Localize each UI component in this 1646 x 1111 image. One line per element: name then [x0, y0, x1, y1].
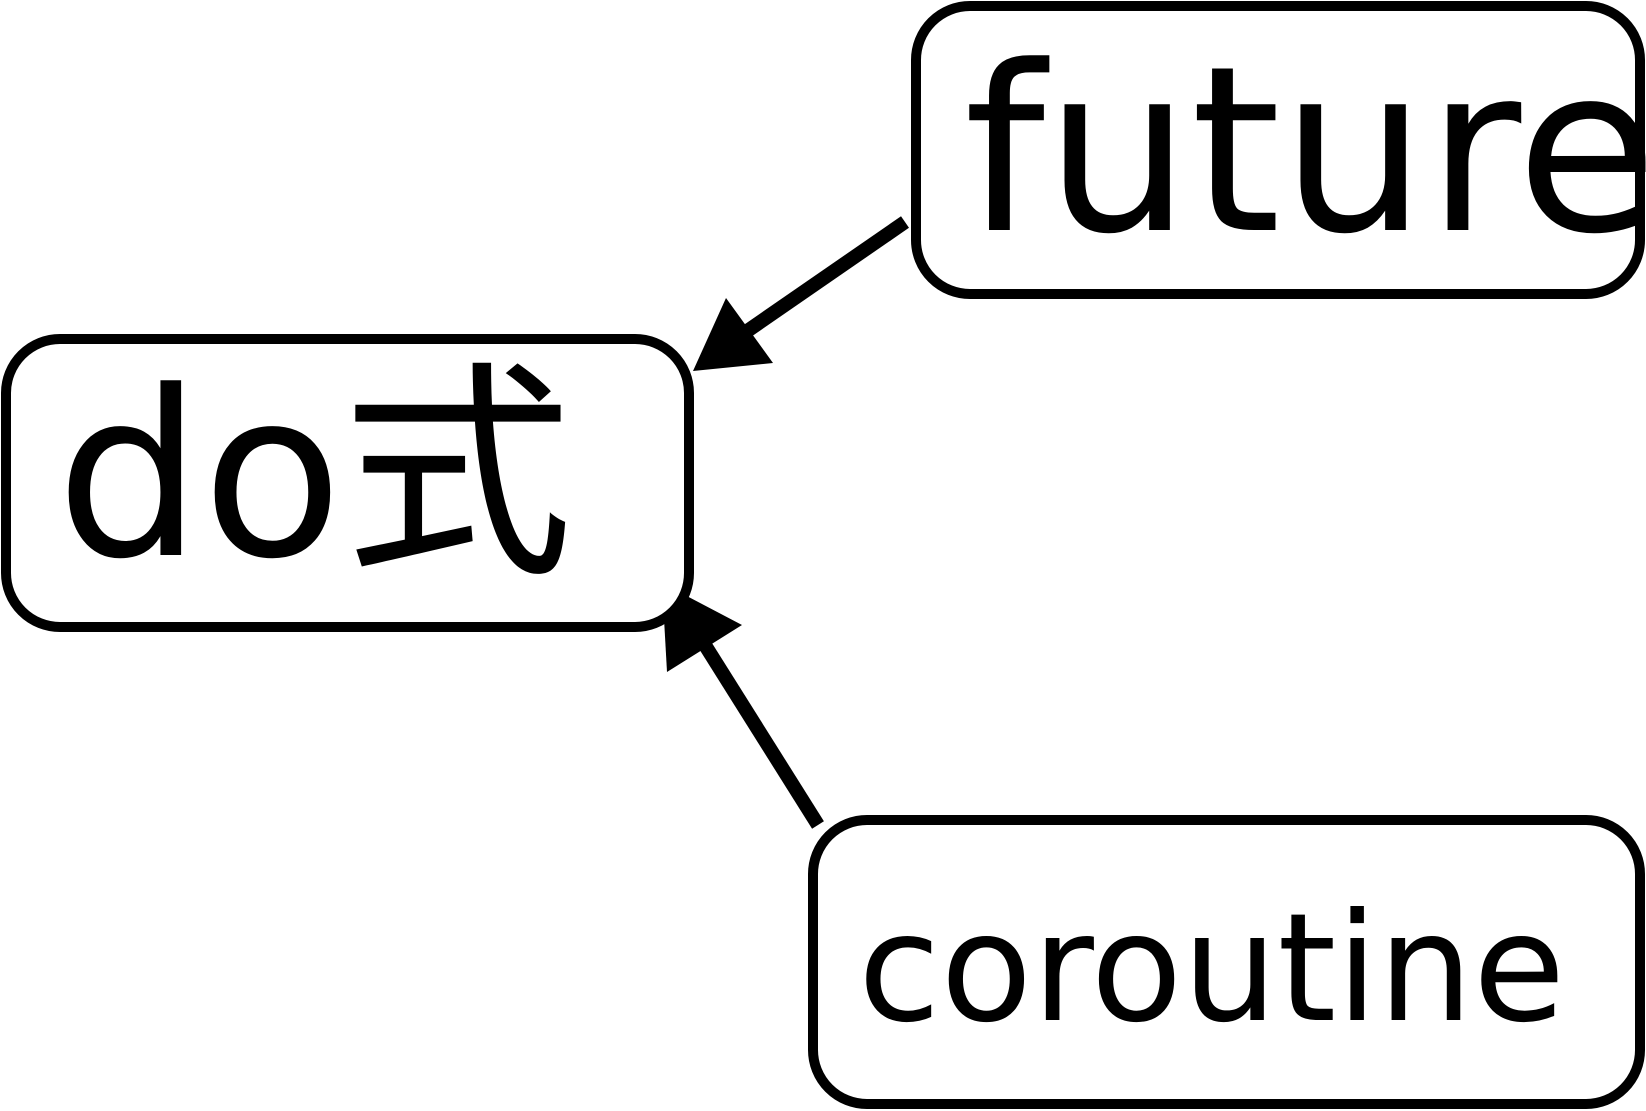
node-label-future: future [964, 18, 1646, 285]
node-label-do: do式 [56, 343, 573, 610]
edge-future-to-do [693, 216, 909, 371]
edge-line-coroutine [692, 630, 824, 829]
edge-line-future [736, 216, 909, 342]
node-future: future [911, 1, 1646, 299]
diagram-svg: do式 future coroutine [1, 1, 1646, 1109]
edge-coroutine-to-do [662, 583, 824, 829]
arrowhead-future [693, 298, 773, 371]
diagram-canvas: do式 future coroutine [0, 0, 1646, 1111]
node-do: do式 [1, 334, 694, 632]
node-coroutine: coroutine [808, 815, 1645, 1109]
node-label-coroutine: coroutine [858, 882, 1565, 1056]
